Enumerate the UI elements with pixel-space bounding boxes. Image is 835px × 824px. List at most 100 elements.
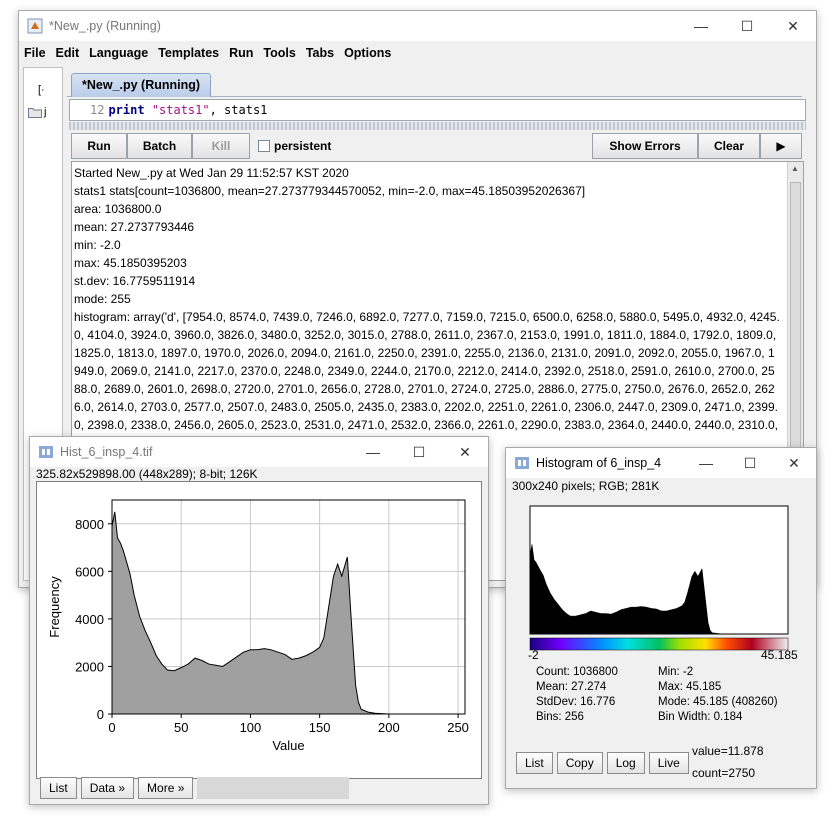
copy-button[interactable]: Copy [556, 752, 603, 774]
x-tick-label: 150 [309, 720, 331, 735]
output-line: histogram: array('d', [7954.0, 8574.0, 7… [74, 310, 780, 324]
histogram-plot-svg: 0 50 100 150 200 250 0 2000 4000 6000 8000 Value Fre… [47, 499, 469, 753]
stat-max: Max: 45.185 [658, 681, 722, 693]
status-field [197, 777, 350, 799]
editor-title: *New_.py (Running) [49, 19, 161, 33]
data-button[interactable]: Data » [80, 777, 135, 799]
output-line: st.dev: 16.7759511914 [74, 274, 196, 288]
scroll-up-icon[interactable]: ▲ [791, 164, 799, 173]
menu-file[interactable]: File [24, 46, 46, 60]
menu-tabs[interactable]: Tabs [306, 46, 334, 60]
output-line: mean: 27.2737793446 [74, 220, 195, 234]
menu-run[interactable]: Run [229, 46, 253, 60]
output-line: 0, 2398.0, 2338.0, 2456.0, 2605.0, 2523.… [74, 418, 778, 432]
histogram-bars-svg [529, 505, 789, 651]
value-readout: value=11.878 [692, 744, 764, 758]
imagej-icon [514, 455, 530, 471]
x-axis-label: Value [272, 738, 304, 753]
stat-bin-width: Bin Width: 0.184 [658, 711, 743, 723]
minimize-icon[interactable]: — [350, 444, 396, 461]
histplot-info: 325.82x529898.00 (448x289); 8-bit; 126K [36, 467, 258, 481]
x-tick-label: 0 [108, 720, 115, 735]
persistent-checkbox[interactable]: persistent [258, 133, 331, 159]
minimize-icon[interactable]: — [678, 18, 724, 35]
code-rest: , stats1 [209, 103, 268, 117]
histogram-area [111, 511, 465, 715]
range-min: -2 [528, 648, 539, 662]
persistent-label: persistent [274, 139, 332, 153]
kill-button[interactable]: Kill [192, 133, 250, 159]
tab-new-py[interactable]: *New_.py (Running) [71, 73, 212, 97]
x-tick-label: 250 [447, 720, 469, 735]
output-line: stats1 stats[count=1036800, mean=27.2737… [74, 184, 586, 198]
menu-options[interactable]: Options [344, 46, 391, 60]
close-icon[interactable]: ✕ [442, 444, 488, 461]
show-errors-button[interactable]: Show Errors [592, 133, 698, 159]
log-button[interactable]: Log [606, 752, 645, 774]
stat-min: Min: -2 [658, 666, 694, 678]
menu-tools[interactable]: Tools [263, 46, 295, 60]
batch-button[interactable]: Batch [127, 133, 192, 159]
code-keyword: print [108, 103, 145, 117]
run-button-bar: Run Batch Kill persistent Show Errors Cl… [71, 133, 802, 159]
stat-stddev: StdDev: 16.776 [536, 696, 616, 708]
output-line: 88.0, 2689.0, 2601.0, 2698.0, 2720.0, 27… [74, 382, 775, 396]
close-icon[interactable]: ✕ [770, 18, 816, 35]
histogram-window: Histogram of 6_insp_4 — ☐ ✕ 300x240 pixe… [505, 447, 817, 789]
histwin-button-row: List Copy Log Live [516, 752, 693, 774]
code-editor[interactable]: 12 print "stats1", stats1 [69, 99, 806, 121]
java-app-icon [27, 18, 43, 34]
stat-mode: Mode: 45.185 (408260) [658, 696, 778, 708]
stat-count: Count: 1036800 [536, 666, 618, 678]
tree-item-folder[interactable]: j [28, 106, 46, 118]
x-tick-label: 100 [240, 720, 262, 735]
minimize-icon[interactable]: — [684, 455, 728, 472]
checkbox-box[interactable] [258, 140, 270, 152]
code-string: "stats1" [151, 103, 210, 117]
histogram-stats: Count: 1036800 Min: -2 Mean: 27.274 Max: 4… [536, 665, 811, 725]
maximize-icon[interactable]: ☐ [728, 455, 772, 472]
histwin-titlebar[interactable]: Histogram of 6_insp_4 — ☐ ✕ [506, 448, 816, 478]
more-button[interactable]: More » [138, 777, 194, 799]
imagej-icon [38, 444, 54, 460]
run-button[interactable]: Run [71, 133, 127, 159]
y-axis-label: Frequency [47, 576, 62, 638]
maximize-icon[interactable]: ☐ [724, 18, 770, 35]
color-lut-bar [529, 637, 789, 651]
editor-titlebar[interactable]: *New_.py (Running) — ☐ ✕ [19, 11, 816, 41]
output-line: max: 45.1850395203 [74, 256, 187, 270]
menu-language[interactable]: Language [89, 46, 148, 60]
y-tick-label: 6000 [75, 564, 104, 579]
editor-menubar: File Edit Language Templates Run Tools T… [19, 41, 816, 65]
output-line: mode: 255 [74, 292, 131, 306]
stat-mean: Mean: 27.274 [536, 681, 607, 693]
histplot-button-row: List Data » More » [40, 777, 350, 799]
output-line: 0, 4104.0, 3924.0, 3960.0, 3826.0, 3480.… [74, 328, 777, 342]
output-lines: Started New_.py at Wed Jan 29 11:52:57 K… [74, 164, 785, 452]
y-tick-label: 2000 [75, 659, 104, 674]
line-number: 12 [90, 103, 105, 117]
output-line: 6.0, 2614.0, 2703.0, 2577.0, 2507.0, 248… [74, 400, 778, 414]
hist-plot-window: Hist_6_insp_4.tif — ☐ ✕ 325.82x529898.00… [29, 436, 489, 805]
live-button[interactable]: Live [648, 752, 689, 774]
y-tick-label: 0 [97, 707, 104, 722]
next-arrow-button[interactable]: ▶ [760, 133, 802, 159]
stat-bins: Bins: 256 [536, 711, 584, 723]
histplot-titlebar[interactable]: Hist_6_insp_4.tif — ☐ ✕ [30, 437, 488, 467]
output-line: Started New_.py at Wed Jan 29 11:52:57 K… [74, 166, 349, 180]
close-icon[interactable]: ✕ [772, 455, 816, 472]
y-tick-label: 8000 [75, 517, 104, 532]
tree-item-label: j [44, 106, 47, 118]
clear-button[interactable]: Clear [698, 133, 760, 159]
menu-edit[interactable]: Edit [56, 46, 80, 60]
maximize-icon[interactable]: ☐ [396, 444, 442, 461]
list-button[interactable]: List [516, 752, 553, 774]
folder-icon [28, 107, 42, 118]
split-pane-divider[interactable] [69, 122, 806, 130]
histogram-plot[interactable]: 0 50 100 150 200 250 0 2000 4000 6000 8000 Value Fre… [36, 481, 482, 779]
tree-item[interactable]: [· [38, 84, 45, 96]
count-readout: count=2750 [692, 766, 756, 780]
menu-templates[interactable]: Templates [158, 46, 219, 60]
histwin-title: Histogram of 6_insp_4 [536, 456, 662, 470]
list-button[interactable]: List [40, 777, 77, 799]
